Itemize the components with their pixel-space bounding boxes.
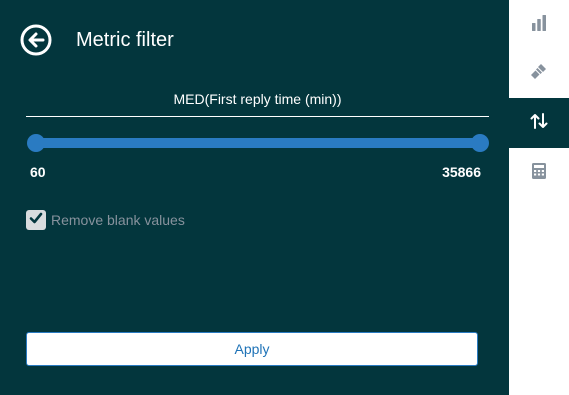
slider-track[interactable]	[36, 138, 480, 148]
rail-item-format[interactable]	[509, 48, 569, 98]
bar-chart-icon	[530, 14, 548, 37]
range-slider[interactable]	[27, 132, 489, 154]
rail-item-calculator[interactable]	[509, 148, 569, 198]
remove-blank-values-option[interactable]: Remove blank values	[26, 209, 185, 231]
calculator-icon	[531, 162, 547, 185]
metric-name-label: MED(First reply time (min))	[173, 91, 342, 107]
metric-filter-panel: Metric filter MED(First reply time (min)…	[0, 0, 509, 395]
slider-max-handle[interactable]	[471, 134, 489, 152]
slider-min-handle[interactable]	[27, 134, 45, 152]
right-sidebar	[509, 0, 569, 395]
app-window: Metric filter MED(First reply time (min)…	[0, 0, 569, 395]
divider	[26, 116, 489, 117]
arrow-left-circle-icon	[20, 24, 52, 56]
checkmark-icon	[29, 211, 43, 230]
back-button[interactable]	[20, 24, 52, 56]
paint-brush-icon	[530, 62, 548, 85]
apply-button[interactable]: Apply	[26, 332, 478, 366]
panel-title: Metric filter	[76, 29, 174, 51]
remove-blank-label: Remove blank values	[51, 212, 185, 228]
sort-arrows-icon	[530, 112, 548, 135]
range-max-value: 35866	[442, 164, 481, 180]
range-min-value: 60	[30, 164, 46, 180]
rail-item-sort[interactable]	[509, 98, 569, 148]
rail-item-chart[interactable]	[509, 0, 569, 50]
remove-blank-checkbox[interactable]	[26, 210, 46, 230]
